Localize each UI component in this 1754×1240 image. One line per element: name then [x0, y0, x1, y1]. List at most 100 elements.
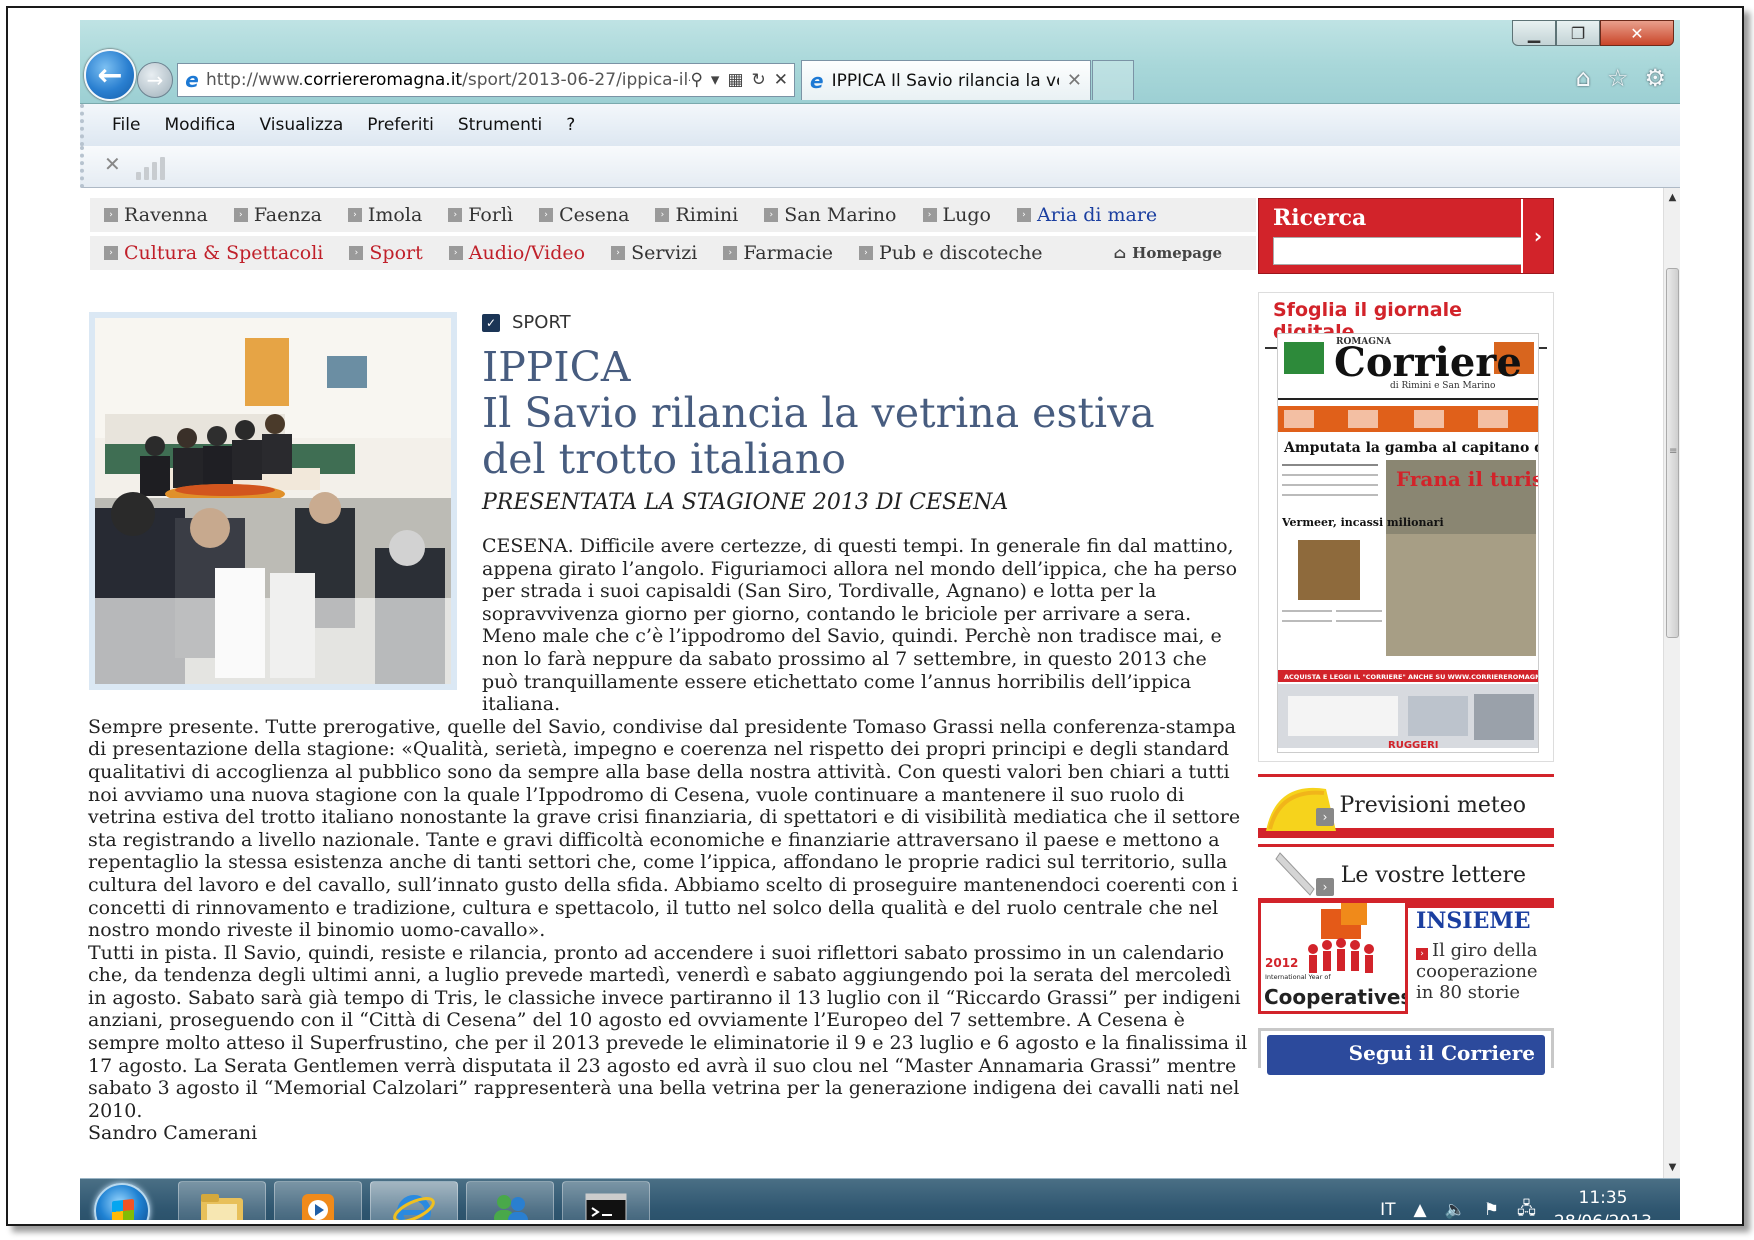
lettere-block[interactable]: Le vostre lettere › — [1258, 844, 1554, 908]
title-line1: IPPICA — [482, 343, 631, 391]
menu-strumenti[interactable]: Strumenti — [458, 115, 542, 135]
tray-expand-icon[interactable]: ▲ — [1414, 1200, 1427, 1220]
scroll-down-icon[interactable]: ▼ — [1664, 1158, 1680, 1178]
bullet-icon: › — [1016, 208, 1031, 222]
menu-file[interactable]: File — [112, 115, 140, 135]
article-subtitle: PRESENTATA LA STAGIONE 2013 DI CESENA — [482, 490, 1009, 515]
home-icon[interactable]: ⌂ — [1576, 64, 1591, 92]
stop-icon[interactable]: ✕ — [774, 70, 788, 90]
nav-farmacie[interactable]: › Farmacie — [723, 242, 833, 264]
compat-view-icon[interactable]: ▦ — [727, 70, 743, 90]
nav-pub[interactable]: › Pub e discoteche — [858, 242, 1043, 264]
forward-button[interactable]: → — [137, 62, 173, 98]
article-paragraph-2: Sempre presente. Tutte prerogative, quel… — [88, 715, 1241, 942]
nav-rimini[interactable]: › Rimini — [655, 204, 738, 226]
nav-lugo[interactable]: › Lugo — [922, 204, 991, 226]
menu-visualizza[interactable]: Visualizza — [260, 115, 344, 135]
article-title: IPPICA Il Savio rilancia la vetrina esti… — [482, 344, 1222, 482]
language-indicator[interactable]: IT — [1380, 1200, 1395, 1220]
bullet-icon: › — [448, 208, 463, 222]
paper-brand: Corriere — [1334, 339, 1522, 386]
newspaper-cover[interactable]: ROMAGNA Corriere di Rimini e San Marino … — [1277, 333, 1539, 753]
nav-cultura[interactable]: › Cultura & Spettacoli — [104, 242, 323, 264]
article-paragraph-1: CESENA. Difficile avere certezze, di que… — [482, 535, 1238, 716]
nav-audio-video[interactable]: › Audio/Video — [448, 242, 585, 264]
segui-label: Segui il Corriere — [1267, 1035, 1545, 1075]
web-page: › Ravenna › Faenza › Imola › Forlì › Cesena ›… — [80, 188, 1663, 1178]
stop-loading-icon[interactable]: ✕ — [104, 152, 121, 176]
nav-sport[interactable]: › Sport — [349, 242, 423, 264]
ie-page-icon: e — [185, 68, 199, 92]
folder-icon — [201, 1194, 243, 1220]
meteo-block[interactable]: Previsioni meteo › — [1258, 774, 1554, 838]
action-center-icon[interactable]: ⚑ — [1484, 1200, 1499, 1220]
nav-forli[interactable]: › Forlì — [448, 204, 513, 226]
tab-close-icon[interactable]: ✕ — [1067, 70, 1090, 91]
site-nav: › Ravenna › Faenza › Imola › Forlì › Cesena ›… — [90, 198, 1256, 274]
paper-ad-brand: RUGGERI — [1388, 740, 1439, 751]
bullet-icon: › — [349, 246, 364, 260]
clock[interactable]: 11:35 28/06/2013 — [1554, 1186, 1652, 1220]
nav-ravenna[interactable]: › Ravenna — [104, 204, 208, 226]
address-bar[interactable]: e http://www.corriereromagna.it/sport/20… — [177, 63, 795, 97]
restore-button[interactable]: ❐ — [1556, 20, 1600, 46]
refresh-icon[interactable]: ↻ — [752, 70, 766, 90]
nav-san-marino[interactable]: › San Marino — [764, 204, 897, 226]
paper-small-headline: Vermeer, incassi milionari — [1281, 516, 1444, 529]
taskbar-internet-explorer[interactable] — [370, 1181, 458, 1220]
section-label: SPORT — [512, 312, 571, 333]
tab-active[interactable]: e IPPICA Il Savio rilancia la ve... ✕ — [801, 60, 1091, 100]
close-button[interactable]: ✕ — [1600, 20, 1674, 46]
media-player-icon — [302, 1194, 334, 1220]
coop-small: International Year of — [1265, 973, 1331, 981]
search-input[interactable] — [1273, 237, 1523, 265]
insieme-title: INSIEME — [1416, 908, 1531, 934]
arrow-bullet-icon: › — [1416, 948, 1428, 960]
new-tab-button[interactable] — [1092, 60, 1134, 100]
clock-date: 28/06/2013 — [1554, 1212, 1652, 1220]
coop-word: Cooperatives — [1264, 985, 1405, 1009]
menu-preferiti[interactable]: Preferiti — [367, 115, 434, 135]
nav-imola[interactable]: › Imola — [347, 204, 422, 226]
taskbar-media-player[interactable] — [274, 1181, 362, 1220]
search-go-button[interactable]: › — [1521, 199, 1553, 273]
back-button[interactable]: ← — [84, 49, 136, 101]
nav-cesena[interactable]: › Cesena — [539, 204, 629, 226]
taskbar-messenger[interactable] — [466, 1181, 554, 1220]
insieme-desc: › Il giro della cooperazione in 80 storie — [1416, 940, 1538, 1003]
dropdown-icon[interactable]: ▾ — [711, 70, 720, 90]
settings-gear-icon[interactable]: ⚙ — [1644, 64, 1666, 92]
article-author: Sandro Camerani — [88, 1122, 258, 1145]
bullet-icon: › — [858, 246, 873, 260]
search-icon[interactable]: ⚲ — [690, 70, 702, 90]
nav-faenza[interactable]: › Faenza — [233, 204, 322, 226]
vertical-scrollbar[interactable]: ▲ ≡ ▼ — [1663, 188, 1680, 1178]
bullet-icon: › — [104, 208, 118, 222]
messenger-icon — [494, 1195, 528, 1220]
title-rest: Il Savio rilancia la vetrina estiva del … — [482, 389, 1155, 483]
nav-homepage[interactable]: ⌂ Homepage — [1114, 244, 1222, 262]
segui-block[interactable]: Segui il Corriere — [1258, 1028, 1554, 1075]
network-icon[interactable]: 🖧 — [1517, 1196, 1536, 1221]
menu-help[interactable]: ? — [566, 115, 575, 135]
bullet-icon: › — [539, 208, 554, 222]
start-button[interactable] — [94, 1183, 150, 1220]
insieme-block[interactable]: 2012 International Year of Cooperatives … — [1258, 900, 1554, 1014]
nav-servizi[interactable]: › Servizi — [611, 242, 697, 264]
volume-icon[interactable]: 🔈 — [1445, 1200, 1466, 1220]
scroll-up-icon[interactable]: ▲ — [1664, 188, 1680, 208]
browser-titlebar: ▁ ❐ ✕ ← → e http://www.corriereromagna.i… — [80, 20, 1680, 104]
menu-modifica[interactable]: Modifica — [164, 115, 235, 135]
address-url[interactable]: http://www.corriereromagna.it/sport/2013… — [206, 70, 690, 90]
command-prompt-icon — [585, 1193, 627, 1220]
site-nav-row-sections: › Cultura & Spettacoli › Sport › Audio/Vide… — [90, 236, 1256, 270]
internet-explorer-icon — [393, 1195, 435, 1220]
bullet-icon: › — [723, 246, 738, 260]
tab-title: IPPICA Il Savio rilancia la ve... — [831, 70, 1059, 91]
favorites-star-icon[interactable]: ☆ — [1607, 64, 1629, 92]
taskbar-explorer[interactable] — [178, 1181, 266, 1220]
taskbar-command-prompt[interactable] — [562, 1181, 650, 1220]
minimize-button[interactable]: ▁ — [1512, 20, 1556, 46]
nav-aria-di-mare[interactable]: › Aria di mare — [1016, 204, 1157, 226]
section-check-icon: ✓ — [482, 313, 500, 332]
